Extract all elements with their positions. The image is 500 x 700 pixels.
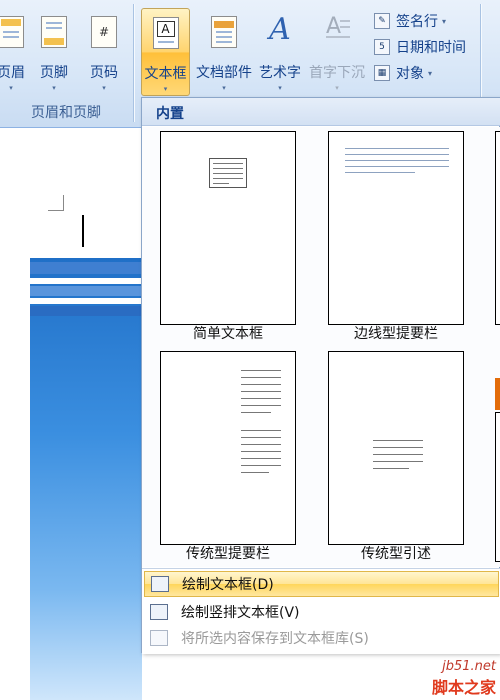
gallery-item-label: 传统型引述 <box>361 546 431 562</box>
draw-vertical-textbox-menu-item[interactable]: 绘制竖排文本框(V) <box>144 599 499 625</box>
textbox-label: 文本框 <box>144 66 187 82</box>
date-time-label: 日期和时间 <box>396 40 466 56</box>
footer-button[interactable]: 页脚 ▾ <box>29 8 79 96</box>
signature-line-label: 签名行 <box>396 14 438 30</box>
gallery-item-partial[interactable] <box>495 131 500 325</box>
wordart-icon: A <box>269 12 291 47</box>
textbox-icon: A <box>152 17 179 49</box>
cover-stripe <box>30 286 142 296</box>
draw-textbox-label: 绘制文本框(D) <box>182 577 274 593</box>
gallery-item-border-sidebar[interactable] <box>328 131 464 325</box>
header-footer-group: 页眉 ▾ 页脚 ▾ # 页码 ▾ 页眉和页脚 <box>0 0 132 128</box>
gallery-item-partial[interactable] <box>495 412 500 562</box>
save-selection-to-gallery-menu-item: 将所选内容保存到文本框库(S) <box>144 625 499 651</box>
textbox-menu: 绘制文本框(D) 绘制竖排文本框(V) 将所选内容保存到文本框库(S) <box>142 568 500 654</box>
object-button[interactable]: ▦ 对象 ▾ <box>374 62 432 84</box>
cover-stripe <box>30 306 142 316</box>
cover-stripe <box>30 298 142 304</box>
object-caret: ▾ <box>428 68 433 78</box>
gallery-item-label: 简单文本框 <box>193 326 263 342</box>
gallery-header-label: 内置 <box>156 106 184 122</box>
cover-stripe <box>30 278 142 284</box>
drop-cap-dropdown-arrow: ▾ <box>335 84 339 92</box>
object-icon: ▦ <box>374 65 390 81</box>
text-cursor <box>82 215 84 247</box>
group-divider <box>133 4 134 122</box>
draw-textbox-icon <box>151 576 169 592</box>
footer-label: 页脚 <box>40 65 68 81</box>
draw-vertical-textbox-label: 绘制竖排文本框(V) <box>181 605 300 621</box>
watermark-name: 脚本之家 <box>431 678 496 697</box>
gallery-item-label: 边线型提要栏 <box>354 326 438 342</box>
textbox-gallery: 简单文本框 边线型提要栏 传统型提要栏 传统型引述 <box>142 127 500 567</box>
quick-parts-button[interactable]: 文档部件 ▾ <box>196 8 252 96</box>
header-icon <box>0 16 24 48</box>
textbox-dropdown-arrow[interactable]: ▾ <box>142 85 189 93</box>
drop-cap-button[interactable]: A 首字下沉 ▾ <box>308 8 366 96</box>
page-number-label: 页码 <box>90 65 118 81</box>
draw-vertical-textbox-icon <box>150 604 168 620</box>
page-number-dropdown-arrow[interactable]: ▾ <box>79 84 129 92</box>
footer-dropdown-arrow[interactable]: ▾ <box>29 84 79 92</box>
save-selection-label: 将所选内容保存到文本框库(S) <box>181 631 369 647</box>
page-number-button[interactable]: # 页码 ▾ <box>79 8 129 96</box>
gallery-item-traditional-quote[interactable] <box>328 351 464 545</box>
header-footer-group-label: 页眉和页脚 <box>31 105 101 121</box>
textbox-gallery-panel: 内置 简单文本框 边线型提要栏 传统型提要栏 传统型引述 绘制文本框(D) 绘制… <box>141 97 500 654</box>
gallery-header: 内置 <box>142 98 500 126</box>
quick-parts-icon <box>211 16 237 48</box>
quick-parts-label: 文档部件 <box>196 65 252 81</box>
gallery-item-simple-textbox[interactable] <box>160 131 296 325</box>
wordart-button[interactable]: A 艺术字 ▾ <box>254 8 306 96</box>
site-watermark: jb51.net 脚本之家 <box>432 659 496 698</box>
gallery-item-partial-accent[interactable] <box>495 378 500 410</box>
page-number-icon: # <box>91 16 117 48</box>
watermark-url: jb51.net <box>442 659 496 674</box>
textbox-button[interactable]: A 文本框 ▾ <box>141 8 190 96</box>
cover-page-graphic <box>30 258 142 700</box>
gallery-item-label: 传统型提要栏 <box>186 546 270 562</box>
date-time-icon: 5 <box>374 39 390 55</box>
wordart-label: 艺术字 <box>259 65 301 81</box>
signature-line-button[interactable]: ✎ 签名行 ▾ <box>374 10 446 32</box>
wordart-dropdown-arrow[interactable]: ▾ <box>254 84 306 92</box>
signature-line-caret: ▾ <box>442 16 447 26</box>
save-to-gallery-icon <box>150 630 168 646</box>
quick-parts-dropdown-arrow[interactable]: ▾ <box>196 84 252 92</box>
gallery-item-traditional-sidebar[interactable] <box>160 351 296 545</box>
textbox-preview <box>209 158 247 188</box>
draw-textbox-menu-item[interactable]: 绘制文本框(D) <box>144 571 499 597</box>
drop-cap-icon: A <box>326 14 350 42</box>
signature-line-icon: ✎ <box>374 13 390 29</box>
object-label: 对象 <box>396 66 424 82</box>
date-time-button[interactable]: 5 日期和时间 <box>374 36 466 58</box>
footer-icon <box>41 16 67 48</box>
cover-stripe <box>30 262 142 274</box>
drop-cap-label: 首字下沉 <box>309 65 365 81</box>
page-corner-mark <box>48 195 64 211</box>
